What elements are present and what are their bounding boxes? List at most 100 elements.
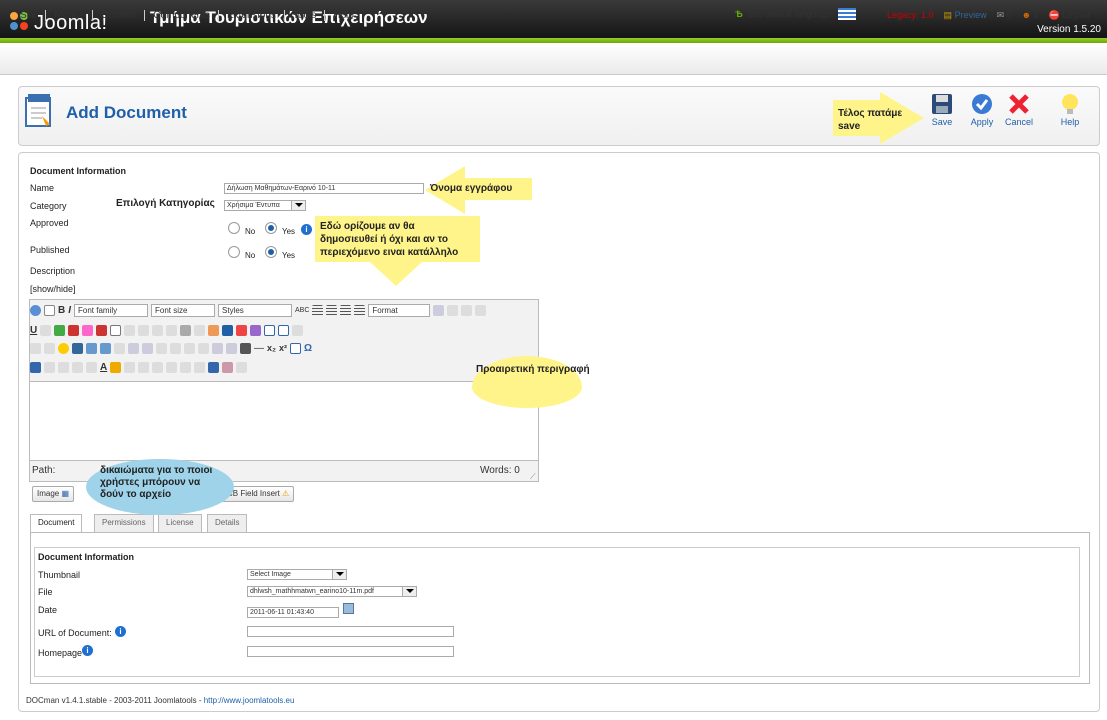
cut-text-icon[interactable]: [30, 361, 41, 373]
show-hide-toggle[interactable]: [show/hide]: [30, 284, 76, 294]
url-input[interactable]: [247, 626, 454, 637]
underline-icon[interactable]: U: [30, 325, 37, 336]
delete-col-icon[interactable]: [198, 342, 209, 354]
users-count[interactable]: ☻ 1: [1022, 10, 1039, 21]
abbr-icon[interactable]: [124, 324, 136, 336]
menu-site[interactable]: Site: [12, 10, 47, 21]
approved-yes-radio[interactable]: [265, 222, 277, 234]
paragraph-icon[interactable]: [222, 324, 234, 336]
col-after-icon[interactable]: [184, 342, 195, 354]
backcolor-icon[interactable]: [110, 361, 122, 373]
apply-button[interactable]: Apply: [962, 93, 1002, 127]
preview-link[interactable]: ▤ Preview: [944, 10, 987, 21]
replace-icon[interactable]: [86, 361, 97, 373]
acronym-icon[interactable]: [138, 324, 150, 336]
font-size-select[interactable]: Font size: [151, 303, 216, 317]
tab-document[interactable]: Document: [30, 514, 83, 532]
strikethrough-icon[interactable]: ABC: [295, 307, 309, 314]
cleanup-icon[interactable]: [110, 324, 122, 336]
find-icon[interactable]: [72, 361, 83, 373]
delete-row-icon[interactable]: [156, 342, 167, 354]
menu-tools[interactable]: Tools: [285, 10, 326, 21]
code-view-icon[interactable]: [236, 361, 248, 373]
emotions-icon[interactable]: [54, 324, 66, 336]
outdent-icon[interactable]: [124, 361, 136, 373]
print-icon[interactable]: [86, 342, 97, 354]
color-icon[interactable]: [250, 324, 262, 336]
menu-content[interactable]: Content: [93, 10, 146, 21]
italic-icon[interactable]: I: [68, 305, 71, 316]
superscript-icon[interactable]: x²: [279, 343, 287, 353]
undo-icon[interactable]: [152, 361, 164, 373]
columns-icon[interactable]: [278, 324, 290, 336]
merge-cells-icon[interactable]: [226, 342, 237, 354]
del-icon[interactable]: [152, 324, 164, 336]
line-icon[interactable]: [40, 324, 52, 336]
cut-icon[interactable]: [447, 304, 459, 316]
bullet-list-icon[interactable]: [194, 361, 206, 373]
info-icon[interactable]: i: [301, 224, 312, 235]
category-select[interactable]: Χρήσιμα Έντυπα: [224, 200, 306, 211]
numbered-list-icon[interactable]: [180, 361, 192, 373]
footer-link[interactable]: http://www.joomlatools.eu: [204, 696, 295, 705]
insert-layer-icon[interactable]: [194, 324, 206, 336]
align-right-icon[interactable]: [340, 304, 352, 316]
menu-components[interactable]: Components: [145, 10, 219, 21]
anchor-icon[interactable]: [82, 324, 94, 336]
indent-icon[interactable]: [138, 361, 150, 373]
cleanup-text-icon[interactable]: [222, 361, 234, 373]
calendar-icon[interactable]: [343, 603, 354, 614]
rtl-icon[interactable]: [44, 342, 55, 354]
paste-icon[interactable]: [475, 304, 487, 316]
menu-help[interactable]: Help: [325, 10, 362, 21]
copy-text-icon[interactable]: [44, 361, 55, 373]
messages-count[interactable]: ✉ 0: [997, 10, 1012, 21]
subscript-icon[interactable]: x₂: [267, 343, 276, 353]
save-button[interactable]: Save: [922, 93, 962, 127]
select-all-icon[interactable]: [433, 304, 445, 316]
media-icon[interactable]: [72, 342, 83, 354]
special-char-icon[interactable]: Ω: [304, 343, 312, 354]
attribs-icon[interactable]: [180, 324, 192, 336]
styles-select[interactable]: Styles: [218, 303, 293, 317]
preview-doc-icon[interactable]: [100, 342, 111, 354]
style-icon[interactable]: [208, 324, 220, 336]
file-select[interactable]: dhlwsh_mathhmatwn_earino10-11m.pdf: [247, 586, 417, 597]
link-icon[interactable]: [292, 324, 304, 336]
menu-menus[interactable]: Menus: [46, 10, 94, 21]
ins-icon[interactable]: [166, 324, 178, 336]
logout-link[interactable]: ⛔ Logout: [1049, 10, 1090, 21]
name-input[interactable]: Δήλωση Μαθημάτων-Εαρινό 10-11: [224, 183, 424, 194]
help-icon[interactable]: [30, 304, 41, 316]
info-icon[interactable]: i: [115, 626, 126, 637]
align-justify-icon[interactable]: [354, 304, 366, 316]
code-icon[interactable]: [236, 324, 248, 336]
forecolor-icon[interactable]: A: [100, 362, 107, 373]
legacy-link[interactable]: Legacy: 1.0: [887, 10, 934, 21]
search-replace-icon[interactable]: [68, 324, 80, 336]
row-after-icon[interactable]: [142, 342, 153, 354]
image-icon[interactable]: [96, 324, 108, 336]
published-no-radio[interactable]: [228, 246, 240, 258]
tab-permissions[interactable]: Permissions: [94, 514, 154, 532]
date-input[interactable]: 2011-06-11 01:43:40: [247, 607, 339, 618]
split-cells-icon[interactable]: [212, 342, 223, 354]
hr-icon[interactable]: —: [254, 343, 264, 354]
image-button[interactable]: Image ▦: [32, 486, 75, 502]
col-before-icon[interactable]: [170, 342, 181, 354]
smiley-icon[interactable]: [58, 342, 69, 354]
ltr-icon[interactable]: [30, 342, 41, 354]
paste-text-icon[interactable]: [58, 361, 69, 373]
format-select[interactable]: Format: [368, 303, 431, 317]
help-button[interactable]: Help: [1050, 93, 1090, 127]
info-icon[interactable]: i: [82, 645, 93, 656]
tab-license[interactable]: License: [158, 514, 202, 532]
homepage-input[interactable]: [247, 646, 454, 657]
menu-extensions[interactable]: Extensions: [219, 10, 285, 21]
print-doc-icon[interactable]: [240, 342, 251, 354]
resize-handle-icon[interactable]: ⟋: [530, 472, 536, 482]
unlink-icon[interactable]: [208, 361, 220, 373]
align-center-icon[interactable]: [326, 304, 338, 316]
fullscreen-icon[interactable]: [114, 342, 125, 354]
table-icon[interactable]: [264, 324, 276, 336]
